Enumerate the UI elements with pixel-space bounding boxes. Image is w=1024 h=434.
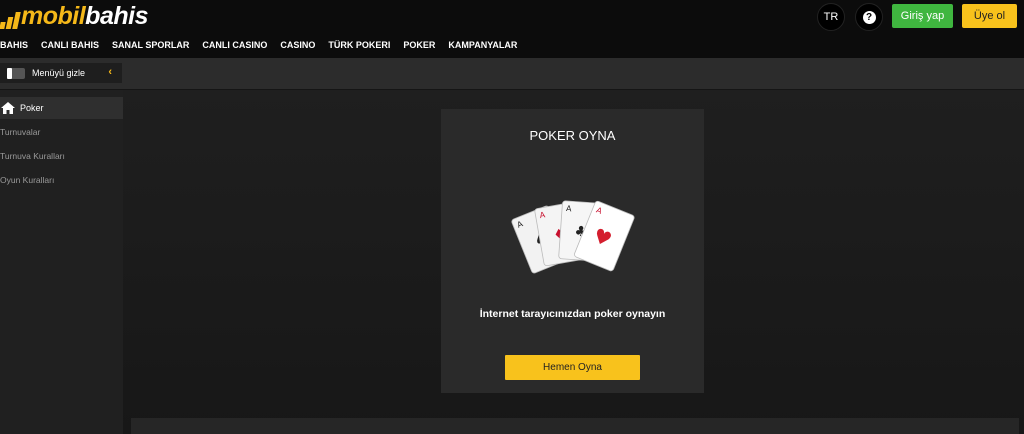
sidebar-item-poker[interactable]: Poker	[0, 97, 123, 119]
logo-bars-icon	[0, 7, 21, 29]
hide-menu-label: Menüyü gizle	[32, 68, 86, 78]
menu-bar: Menüyü gizle ‹	[0, 58, 1024, 90]
sidebar: Poker Turnuvalar Turnuva Kuralları Oyun …	[0, 90, 123, 434]
toggle-switch-icon	[7, 67, 25, 79]
card-description: İnternet tarayıcınızdan poker oynayın	[479, 308, 666, 320]
register-button[interactable]: Üye ol	[962, 4, 1017, 28]
home-icon	[1, 102, 15, 114]
nav-item-canli-casino[interactable]: CANLI CASINO	[202, 38, 267, 52]
bottom-panel	[131, 418, 1019, 434]
nav-item-canli-bahis[interactable]: CANLI BAHIS	[41, 38, 99, 52]
sidebar-item-oyun-kurallari[interactable]: Oyun Kuralları	[0, 175, 54, 185]
help-button[interactable]: ?	[855, 3, 883, 31]
nav-item-kampanyalar[interactable]: KAMPANYALAR	[448, 38, 517, 52]
language-button[interactable]: TR	[817, 3, 845, 31]
language-label: TR	[823, 11, 839, 23]
nav-item-bahis[interactable]: BAHIS	[0, 38, 28, 52]
logo[interactable]: mobilbahis	[0, 3, 148, 29]
sidebar-item-turnuvalar[interactable]: Turnuvalar	[0, 127, 40, 137]
playing-cards-icon: A ♠ A ♦ A ♣ A ♥	[511, 200, 635, 274]
main-nav: BAHIS CANLI BAHIS SANAL SPORLAR CANLI CA…	[0, 38, 517, 52]
chevron-left-icon: ‹	[108, 66, 112, 78]
logo-text-bahis: bahis	[85, 2, 148, 30]
logo-text-mobil: mobil	[21, 2, 86, 30]
question-mark-icon: ?	[862, 10, 876, 24]
poker-card: POKER OYNA A ♠ A ♦ A ♣ A ♥ İnternet tara…	[441, 109, 704, 393]
nav-item-sanal-sporlar[interactable]: SANAL SPORLAR	[112, 38, 189, 52]
top-header: mobilbahis TR ? Giriş yap Üye ol BAHIS C…	[0, 0, 1024, 58]
nav-item-poker[interactable]: POKER	[403, 38, 435, 52]
nav-item-turk-pokeri[interactable]: TÜRK POKERI	[328, 38, 390, 52]
hide-menu-toggle[interactable]: Menüyü gizle ‹	[0, 63, 122, 83]
sidebar-item-turnuva-kurallari[interactable]: Turnuva Kuralları	[0, 151, 65, 161]
login-button[interactable]: Giriş yap	[892, 4, 953, 28]
card-title: POKER OYNA	[529, 128, 616, 143]
sidebar-item-label: Poker	[20, 103, 44, 113]
nav-item-casino[interactable]: CASINO	[280, 38, 315, 52]
play-now-button[interactable]: Hemen Oyna	[505, 355, 640, 380]
logo-text: mobilbahis	[21, 3, 148, 29]
